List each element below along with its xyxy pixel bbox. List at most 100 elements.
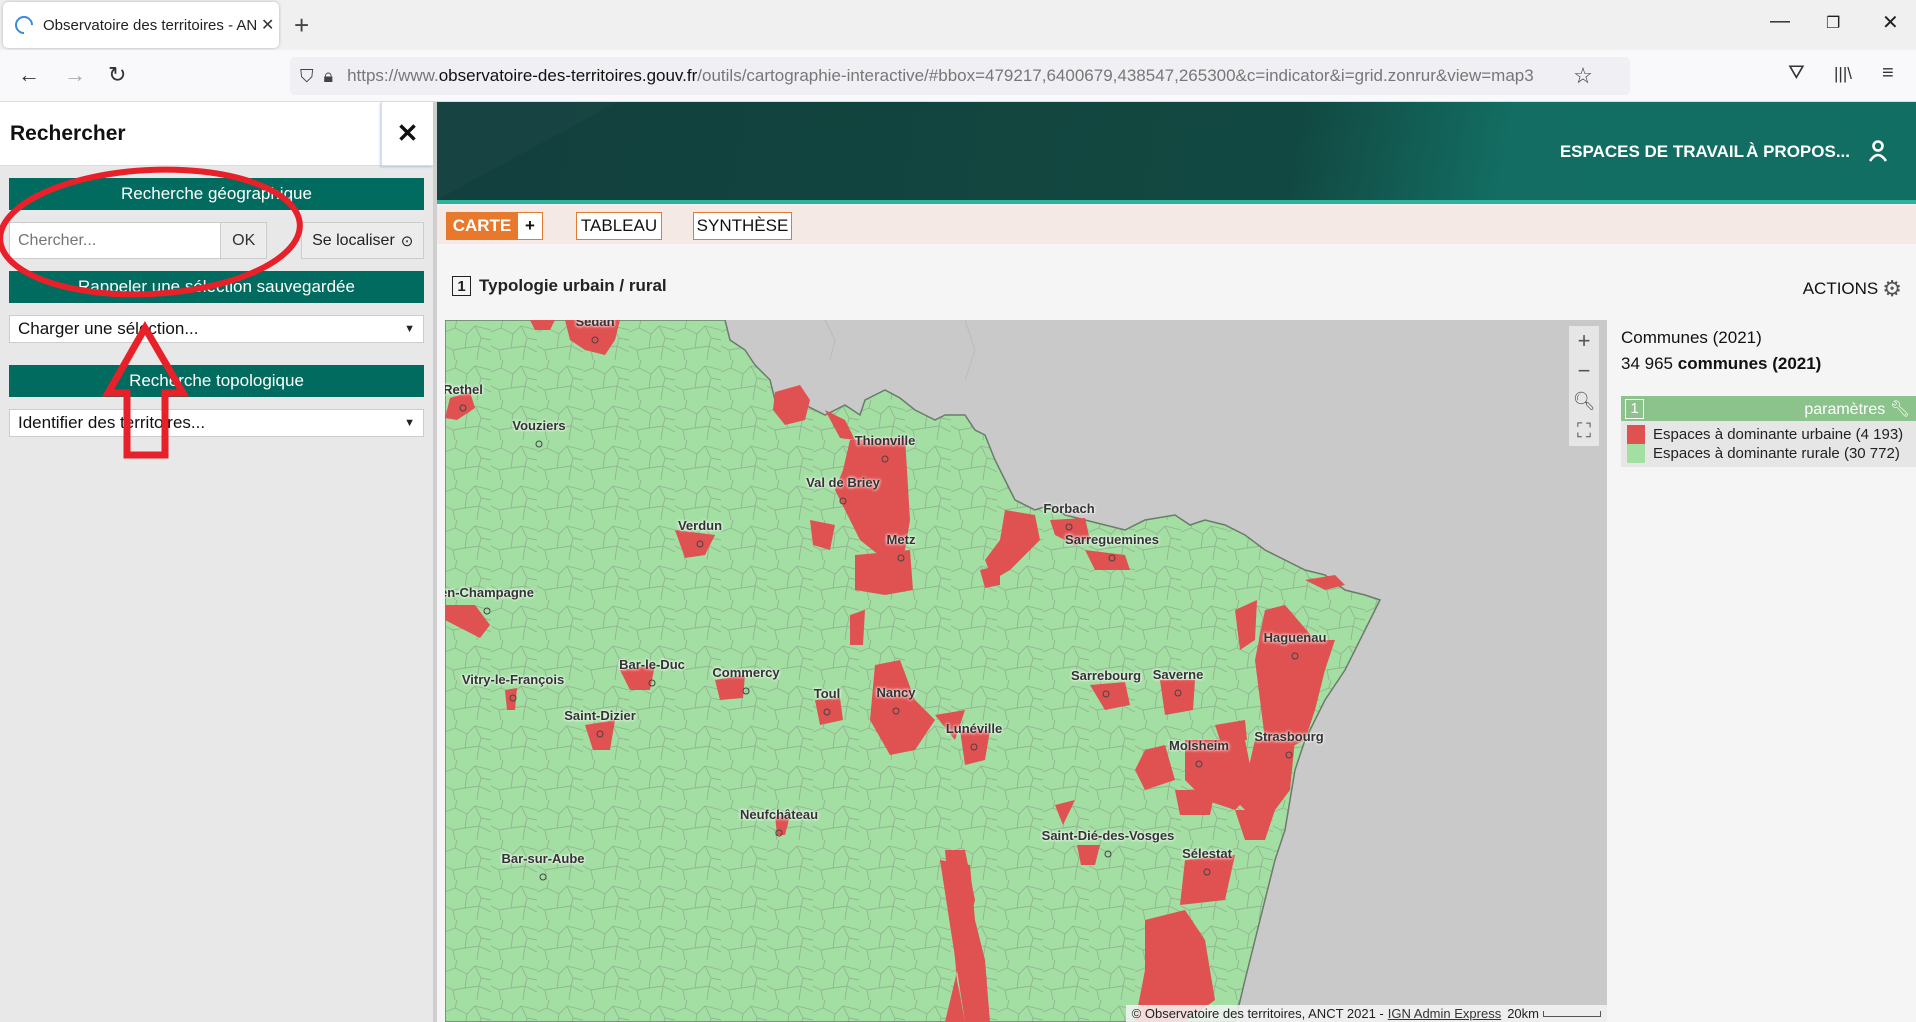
bookmark-star-icon[interactable]: ☆ [1573,63,1593,89]
tab-tableau[interactable]: TABLEAU [576,212,662,240]
loading-spinner-icon [11,12,37,38]
city-label: Nancy [876,685,916,700]
map-canvas[interactable]: Sedan Rethel Vouziers Thionville Val de Brie… [445,320,1607,1022]
city-marker[interactable] [1174,689,1182,697]
wrench-icon: 🔧︎ [1889,400,1910,418]
crosshair-icon: ⊙ [400,232,414,250]
city-marker[interactable] [591,336,599,344]
tab-title: Observatoire des territoires - ANCT [43,16,257,34]
url-bar[interactable]: ⛉ 🔒︎ https://www.observatoire-des-territ… [290,57,1630,95]
nav-workspaces[interactable]: ESPACES DE TRAVAIL [1560,142,1744,162]
city-marker[interactable] [823,708,831,716]
section-saved-selection: Rappeler une sélection sauvegardée [9,271,424,303]
city-label: Vouziers [512,418,566,433]
shield-icon[interactable]: ⛉ [300,66,314,87]
city-label: Sarreguemines [1065,532,1159,547]
legend-header: 1 paramètres 🔧︎ [1621,396,1916,421]
library-icon[interactable]: |||\ [1834,64,1852,84]
map-title: 1 Typologie urbain / rural [452,276,667,296]
url-domain: observatoire-des-territoires.gouv.fr [438,66,698,85]
city-marker[interactable] [1291,652,1299,660]
city-marker[interactable] [897,554,905,562]
city-marker[interactable] [1102,690,1110,698]
city-marker[interactable] [648,679,656,687]
map-number: 1 [452,276,471,296]
browser-navbar: ← → ↻ ⛉ 🔒︎ https://www.observatoire-des-… [0,50,1916,102]
city-label: Bar-le-Duc [619,657,685,672]
city-marker[interactable] [742,687,750,695]
city-marker[interactable] [1104,850,1112,858]
attribution-text: © Observatoire des territoires, ANCT 202… [1131,1006,1384,1021]
browser-tabbar: Observatoire des territoires - ANCT ✕ + … [0,0,1916,50]
city-label: Saverne [1152,667,1204,682]
user-icon[interactable] [1868,140,1888,162]
city-marker[interactable] [881,455,889,463]
city-marker[interactable] [775,829,783,837]
lock-icon[interactable]: 🔒︎ [324,66,334,87]
search-row: OK Se localiser ⊙ [9,222,424,259]
tab-close-icon[interactable]: ✕ [261,15,274,35]
reload-icon[interactable]: ↻ [108,62,126,88]
city-marker[interactable] [483,607,491,615]
city-marker[interactable] [1108,554,1116,562]
map-title-text: Typologie urbain / rural [479,276,667,295]
zoom-out-button[interactable]: − [1569,356,1599,386]
legend-items: Espaces à dominante urbaine (4 193) Espa… [1621,421,1916,467]
city-marker[interactable] [539,873,547,881]
city-marker[interactable] [970,743,978,751]
chevron-down-icon: ▼ [404,417,415,429]
locate-button[interactable]: Se localiser ⊙ [301,222,424,259]
city-marker[interactable] [696,540,704,548]
nav-about[interactable]: À PROPOS... [1746,142,1850,162]
menu-icon[interactable]: ≡ [1882,62,1894,85]
minimize-icon[interactable]: — [1770,10,1790,33]
tab-carte[interactable]: CARTE [446,212,518,240]
tab-synthese[interactable]: SYNTHÈSE [693,212,792,240]
city-marker[interactable] [839,497,847,505]
city-marker[interactable] [1195,760,1203,768]
actions-button[interactable]: ACTIONS ⚙ [1803,276,1902,302]
section-geo-search: Recherche géographique [9,178,424,210]
city-label: Val de Briey [806,475,880,490]
city-marker[interactable] [1285,751,1293,759]
legend-params-button[interactable]: paramètres 🔧︎ [1804,399,1910,419]
params-label: paramètres [1804,400,1886,418]
window-close-icon[interactable]: ✕ [1882,10,1899,35]
city-label: Bar-sur-Aube [501,851,585,866]
city-marker[interactable] [459,404,467,412]
pocket-icon[interactable]: ⛛ [1788,62,1805,85]
city-marker[interactable] [1065,523,1073,531]
chevron-down-icon: ▼ [404,323,415,335]
site-header: ESPACES DE TRAVAIL À PROPOS... [437,102,1916,204]
header-decoration [437,102,617,200]
topo-dropdown[interactable]: Identifier des territoires... ▼ [9,409,424,437]
saved-selection-dropdown[interactable]: Charger une sélection... ▼ [9,315,424,343]
url-path: /outils/cartographie-interactive/#bbox=4… [697,66,1534,85]
legend-swatch [1627,444,1645,463]
ok-button[interactable]: OK [221,222,268,259]
close-panel-button[interactable]: ✕ [381,101,433,166]
back-icon[interactable]: ← [18,62,40,88]
locate-label: Se localiser [312,231,395,249]
city-marker[interactable] [1203,868,1211,876]
search-icon[interactable]: 🔍︎ [1569,386,1599,416]
new-tab-button[interactable]: + [294,10,309,41]
map-attribution: © Observatoire des territoires, ANCT 202… [1125,1005,1607,1022]
search-input[interactable] [9,222,221,259]
fullscreen-icon[interactable]: ⛶ [1569,416,1599,446]
city-marker[interactable] [535,440,543,448]
browser-tab[interactable]: Observatoire des territoires - ANCT ✕ [3,2,279,48]
city-label: Forbach [1043,501,1095,516]
city-marker[interactable] [509,694,517,702]
add-map-button[interactable]: + [517,212,543,240]
url-text[interactable]: https://www.observatoire-des-territoires… [347,66,1567,86]
actions-label: ACTIONS [1802,279,1879,298]
city-marker[interactable] [892,707,900,715]
restore-icon[interactable]: ❐ [1826,13,1840,33]
attribution-link[interactable]: IGN Admin Express [1388,1006,1501,1021]
city-label: Verdun [677,518,723,533]
city-label: Molsheim [1169,738,1229,753]
forward-icon[interactable]: → [64,62,86,88]
city-marker[interactable] [596,730,604,738]
zoom-in-button[interactable]: + [1569,326,1599,356]
